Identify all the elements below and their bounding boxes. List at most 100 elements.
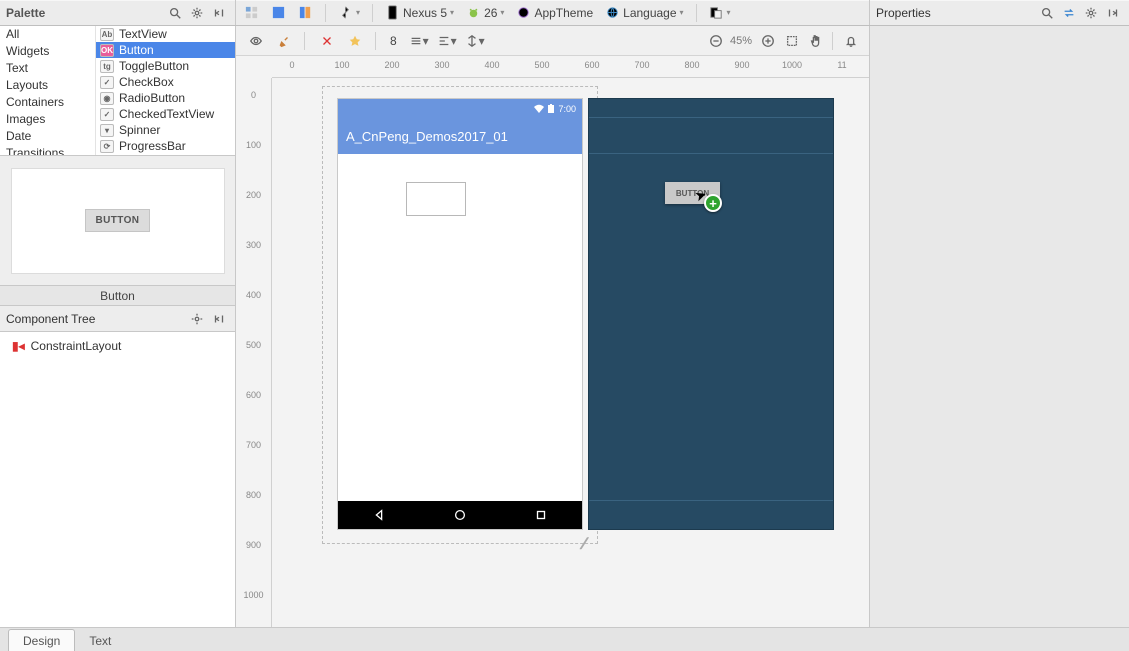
palette-item[interactable]: AbTextView bbox=[96, 26, 235, 42]
collapse-icon[interactable] bbox=[209, 3, 229, 23]
palette-item[interactable]: ◉ RadioButton bbox=[96, 90, 235, 106]
ruler-tick: 1000 bbox=[236, 590, 271, 600]
theme-selector[interactable]: AppTheme bbox=[512, 3, 597, 22]
device-label: Nexus 5 bbox=[403, 6, 447, 20]
component-tree-root-label: ConstraintLayout bbox=[31, 339, 122, 353]
palette-item[interactable]: ⟳ ProgressBar bbox=[96, 138, 235, 154]
tab-design[interactable]: Design bbox=[8, 629, 75, 651]
palette-item[interactable]: ✓CheckedTextView bbox=[96, 106, 235, 122]
add-badge-icon: + bbox=[704, 194, 722, 212]
palette-title: Palette bbox=[6, 6, 45, 20]
palette-item-label: ProgressBar bbox=[119, 139, 186, 153]
palette-category[interactable]: Containers bbox=[0, 94, 95, 111]
align-icon[interactable]: ▾ bbox=[437, 31, 457, 51]
ruler-tick: 700 bbox=[634, 60, 649, 70]
ruler-tick: 300 bbox=[236, 240, 271, 250]
preview-label: Button bbox=[0, 286, 235, 306]
palette-item[interactable]: —ProgressBar (Horizontal) bbox=[96, 154, 235, 155]
ruler-tick: 0 bbox=[289, 60, 294, 70]
design-surface[interactable]: 7:00 A_CnPeng_Demos2017_01 bbox=[338, 99, 582, 529]
palette-category[interactable]: Layouts bbox=[0, 77, 95, 94]
notifications-icon[interactable] bbox=[841, 31, 861, 51]
ruler-tick: 900 bbox=[734, 60, 749, 70]
ruler-tick: 700 bbox=[236, 440, 271, 450]
app-title: A_CnPeng_Demos2017_01 bbox=[346, 129, 508, 144]
properties-panel bbox=[869, 26, 1129, 627]
margins-icon[interactable]: ▾ bbox=[409, 31, 429, 51]
zoom-percent: 45% bbox=[730, 35, 752, 47]
palette-item-label: CheckedTextView bbox=[119, 107, 214, 121]
preview-widget-button: BUTTON bbox=[85, 209, 151, 232]
pack-icon[interactable]: ▾ bbox=[465, 31, 485, 51]
palette-item[interactable]: tgToggleButton bbox=[96, 58, 235, 74]
default-margin[interactable]: 8 bbox=[386, 32, 401, 50]
zoom-out-icon[interactable] bbox=[706, 31, 726, 51]
palette-item-label: RadioButton bbox=[119, 91, 185, 105]
language-label: Language bbox=[623, 6, 676, 20]
nav-back-icon bbox=[372, 508, 386, 522]
palette-item-label: Button bbox=[119, 43, 154, 57]
palette-category[interactable]: Transitions bbox=[0, 145, 95, 155]
blueprint-mode-icon[interactable] bbox=[294, 3, 317, 22]
ruler-tick: 300 bbox=[434, 60, 449, 70]
theme-label: AppTheme bbox=[534, 6, 593, 20]
ruler-tick: 600 bbox=[236, 390, 271, 400]
ruler-tick: 100 bbox=[236, 140, 271, 150]
drop-target-outline bbox=[406, 182, 466, 216]
gear-icon[interactable] bbox=[187, 309, 207, 329]
search-icon[interactable] bbox=[165, 3, 185, 23]
component-tree-row[interactable]: ▮◂ ConstraintLayout bbox=[8, 338, 227, 354]
ruler-tick: 11 bbox=[837, 60, 846, 70]
tab-text[interactable]: Text bbox=[74, 629, 126, 651]
palette-category[interactable]: Images bbox=[0, 111, 95, 128]
gear-icon[interactable] bbox=[1081, 3, 1101, 23]
zoom-fit-icon[interactable] bbox=[782, 31, 802, 51]
collapse-right-icon[interactable] bbox=[1103, 3, 1123, 23]
ruler-tick: 0 bbox=[236, 90, 271, 100]
ruler-tick: 200 bbox=[236, 190, 271, 200]
palette-item-icon: ⟳ bbox=[100, 140, 114, 153]
palette-item-icon: ▾ bbox=[100, 124, 114, 137]
nav-home-icon bbox=[453, 508, 467, 522]
palette-item-label: ToggleButton bbox=[119, 59, 189, 73]
palette-category[interactable]: Text bbox=[0, 60, 95, 77]
palette-item[interactable]: ✓CheckBox bbox=[96, 74, 235, 90]
palette-item-icon: Ab bbox=[100, 28, 114, 41]
pan-icon[interactable] bbox=[806, 31, 826, 51]
blueprint-surface[interactable]: BUTTON ➤ + bbox=[589, 99, 833, 529]
palette-item[interactable]: ▾Spinner bbox=[96, 122, 235, 138]
ruler-tick: 500 bbox=[236, 340, 271, 350]
wifi-icon bbox=[534, 104, 544, 113]
ruler-tick: 500 bbox=[534, 60, 549, 70]
palette-item[interactable]: OKButton bbox=[96, 42, 235, 58]
infer-constraints-icon[interactable] bbox=[345, 31, 365, 51]
palette-item-icon: ◉ bbox=[100, 92, 114, 105]
nav-recent-icon bbox=[534, 508, 548, 522]
swap-icon[interactable] bbox=[1059, 3, 1079, 23]
status-bar: 7:00 bbox=[338, 99, 582, 118]
eye-icon[interactable] bbox=[246, 31, 266, 51]
grid-mode-icon[interactable] bbox=[267, 3, 290, 22]
palette-category[interactable]: Date bbox=[0, 128, 95, 145]
collapse-icon[interactable] bbox=[209, 309, 229, 329]
api-label: 26 bbox=[484, 6, 497, 20]
ruler-tick: 200 bbox=[384, 60, 399, 70]
app-bar: A_CnPeng_Demos2017_01 bbox=[338, 118, 582, 154]
orientation-icon[interactable]: ▾ bbox=[334, 3, 364, 22]
variants-icon[interactable]: ▾ bbox=[705, 3, 735, 22]
clear-constraints-icon[interactable] bbox=[317, 31, 337, 51]
ruler-tick: 1000 bbox=[782, 60, 802, 70]
search-icon[interactable] bbox=[1037, 3, 1057, 23]
api-selector[interactable]: 26▾ bbox=[462, 3, 508, 22]
gear-icon[interactable] bbox=[187, 3, 207, 23]
constraint-layout-icon: ▮◂ bbox=[12, 339, 25, 353]
palette-category[interactable]: All bbox=[0, 26, 95, 43]
device-selector[interactable]: Nexus 5▾ bbox=[381, 3, 458, 22]
zoom-in-icon[interactable] bbox=[758, 31, 778, 51]
ruler-tick: 400 bbox=[484, 60, 499, 70]
palette-item-icon: ✓ bbox=[100, 76, 114, 89]
palette-category[interactable]: Widgets bbox=[0, 43, 95, 60]
language-selector[interactable]: Language▾ bbox=[601, 3, 687, 22]
brush-icon[interactable] bbox=[274, 31, 294, 51]
select-mode-icon[interactable] bbox=[240, 3, 263, 22]
